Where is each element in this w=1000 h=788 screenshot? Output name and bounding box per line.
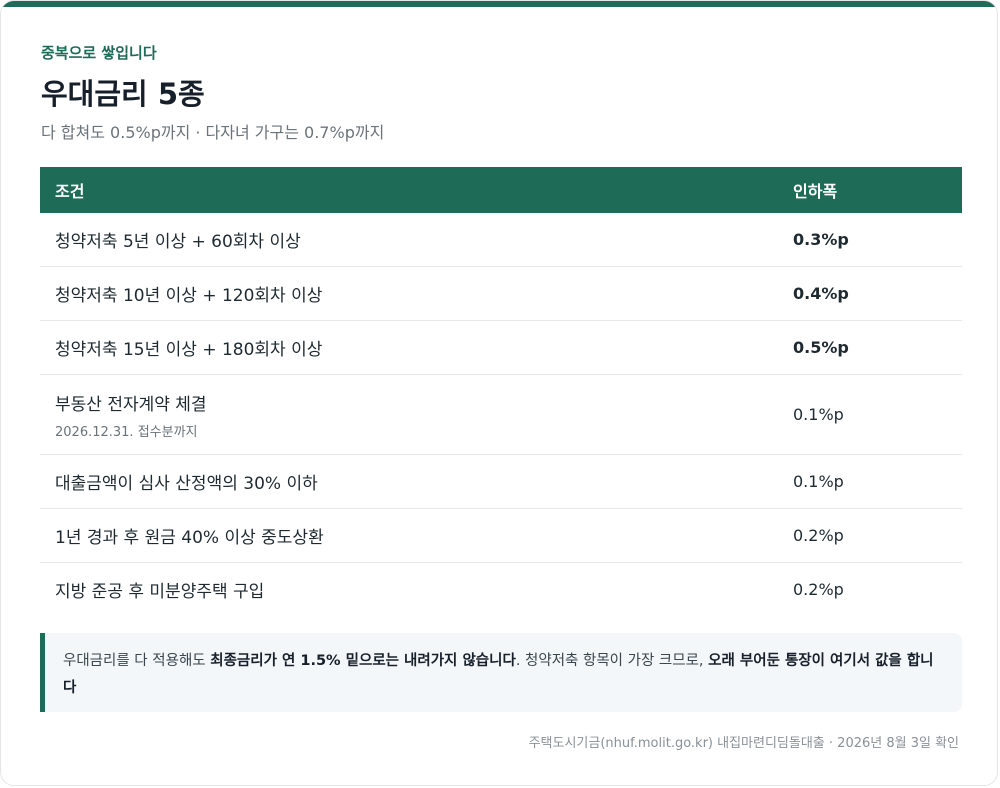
eyebrow-label: 중복으로 쌓입니다 bbox=[41, 44, 157, 62]
column-header-discount: 인하폭 bbox=[793, 182, 838, 201]
table-body: 청약저축 5년 이상 + 60회차 이상 0.3%p 청약저축 10년 이상 + 1… bbox=[40, 213, 962, 616]
source-footer: 주택도시기금(nhuf.molit.go.kr) 내집마련디딤돌대출 · 202… bbox=[528, 736, 959, 751]
column-header-condition: 조건 bbox=[55, 182, 85, 201]
note-text: . 청약저축 항목이 가장 크므로, bbox=[515, 653, 709, 669]
note-emphasis: 최종금리가 연 1.5% 밑으로는 내려가지 않습니다 bbox=[210, 653, 516, 669]
condition-text: 부동산 전자계약 체결 bbox=[55, 394, 207, 415]
rate-discount-table: 조건 인하폭 청약저축 5년 이상 + 60회차 이상 0.3%p 청약저축 10년… bbox=[40, 167, 962, 616]
discount-cell: 0.4%p bbox=[793, 284, 849, 303]
table-row: 부동산 전자계약 체결 2026.12.31. 접수분까지 0.1%p bbox=[40, 375, 962, 455]
callout-note: 우대금리를 다 적용해도 최종금리가 연 1.5% 밑으로는 내려가지 않습니다… bbox=[40, 633, 962, 712]
condition-note: 2026.12.31. 접수분까지 bbox=[55, 424, 198, 440]
condition-cell: 지방 준공 후 미분양주택 구입 bbox=[40, 577, 778, 602]
discount-cell: 0.3%p bbox=[793, 230, 849, 249]
condition-text: 1년 경과 후 원금 40% 이상 중도상환 bbox=[55, 528, 324, 548]
condition-text: 대출금액이 심사 산정액의 30% 이하 bbox=[55, 474, 318, 494]
condition-cell: 1년 경과 후 원금 40% 이상 중도상환 bbox=[40, 523, 778, 548]
table-row: 1년 경과 후 원금 40% 이상 중도상환 0.2%p bbox=[40, 509, 962, 563]
accent-bar bbox=[1, 1, 997, 7]
page-subtitle: 다 합쳐도 0.5%p까지 · 다자녀 가구는 0.7%p까지 bbox=[41, 123, 385, 142]
discount-cell: 0.1%p bbox=[793, 405, 844, 424]
condition-text: 청약저축 5년 이상 + 60회차 이상 bbox=[55, 232, 301, 252]
discount-cell: 0.5%p bbox=[793, 338, 849, 357]
condition-cell: 청약저축 15년 이상 + 180회차 이상 bbox=[40, 335, 778, 360]
table-row: 대출금액이 심사 산정액의 30% 이하 0.1%p bbox=[40, 455, 962, 509]
condition-text: 청약저축 10년 이상 + 120회차 이상 bbox=[55, 286, 323, 306]
condition-text: 지방 준공 후 미분양주택 구입 bbox=[55, 582, 265, 602]
condition-text: 청약저축 15년 이상 + 180회차 이상 bbox=[55, 340, 323, 360]
condition-cell: 청약저축 10년 이상 + 120회차 이상 bbox=[40, 281, 778, 306]
info-card: 중복으로 쌓입니다 우대금리 5종 다 합쳐도 0.5%p까지 · 다자녀 가구… bbox=[0, 0, 998, 786]
page-title: 우대금리 5종 bbox=[41, 77, 205, 111]
condition-cell: 부동산 전자계약 체결 2026.12.31. 접수분까지 bbox=[40, 390, 778, 440]
condition-cell: 청약저축 5년 이상 + 60회차 이상 bbox=[40, 227, 778, 252]
table-row: 청약저축 10년 이상 + 120회차 이상 0.4%p bbox=[40, 267, 962, 321]
table-header: 조건 인하폭 bbox=[40, 167, 962, 213]
discount-cell: 0.2%p bbox=[793, 580, 844, 599]
discount-cell: 0.1%p bbox=[793, 472, 844, 491]
table-row: 청약저축 15년 이상 + 180회차 이상 0.5%p bbox=[40, 321, 962, 375]
condition-cell: 대출금액이 심사 산정액의 30% 이하 bbox=[40, 469, 778, 494]
note-text: 우대금리를 다 적용해도 bbox=[63, 653, 211, 669]
discount-cell: 0.2%p bbox=[793, 526, 844, 545]
table-row: 지방 준공 후 미분양주택 구입 0.2%p bbox=[40, 563, 962, 616]
table-row: 청약저축 5년 이상 + 60회차 이상 0.3%p bbox=[40, 213, 962, 267]
